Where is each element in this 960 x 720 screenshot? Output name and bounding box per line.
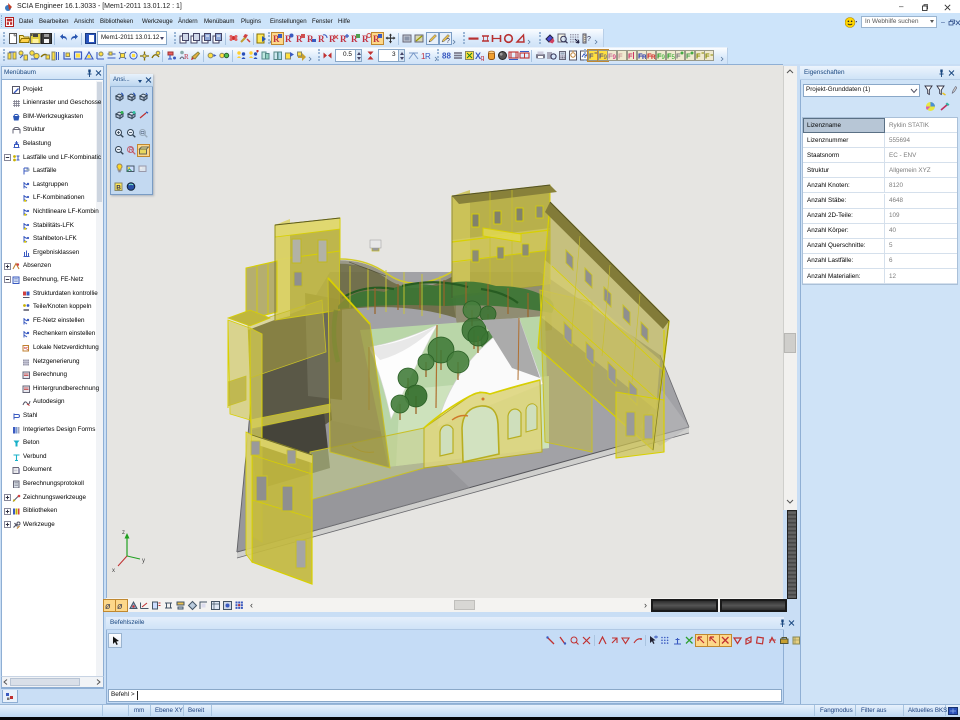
svg-text:F: F [589, 52, 594, 61]
svg-text:ø: ø [105, 601, 111, 611]
svg-text:R: R [184, 53, 189, 61]
svg-text:ø: ø [117, 601, 123, 611]
svg-text:F: F [618, 52, 623, 61]
svg-text:88: 88 [442, 52, 451, 61]
svg-text:F: F [696, 52, 701, 61]
svg-text:?: ? [446, 38, 450, 44]
svg-text:x: x [112, 568, 115, 574]
svg-text:R: R [425, 52, 431, 61]
svg-text:F: F [676, 52, 681, 61]
svg-text:R: R [318, 34, 325, 44]
svg-text:z: z [122, 530, 125, 536]
svg-text:F: F [705, 52, 710, 61]
svg-text:y: y [142, 558, 145, 564]
svg-text:F: F [628, 52, 633, 61]
svg-text:?: ? [587, 36, 591, 43]
svg-text:g: g [481, 55, 485, 61]
svg-text:F: F [686, 52, 691, 61]
svg-text:R: R [362, 34, 369, 44]
